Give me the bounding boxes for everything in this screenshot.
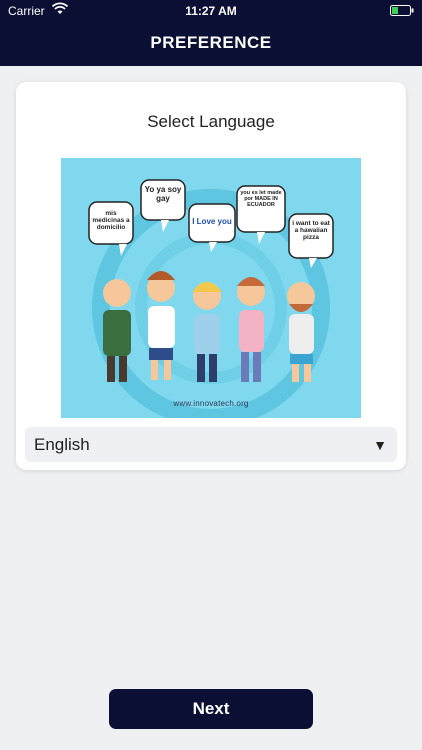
dropdown-triangle-icon: ▼ xyxy=(373,437,387,453)
people-illustration xyxy=(88,179,334,418)
language-illustration: mis medicinas a domicilio Yo ya soy gay … xyxy=(61,158,361,418)
bubble-text-2: Yo ya soy gay xyxy=(144,185,182,203)
status-bar: Carrier 11:27 AM xyxy=(0,0,422,22)
language-card: Select Language mis medicinas a domicili… xyxy=(16,82,406,470)
page-title: PREFERENCE xyxy=(150,33,272,52)
bubble-text-3: I Love you xyxy=(192,217,232,226)
card-title: Select Language xyxy=(147,112,275,131)
bubble-text-1: mis medicinas a domicilio xyxy=(92,210,130,232)
header-bar: Carrier 11:27 AM PREFERENCE xyxy=(0,0,422,66)
next-button[interactable]: Next xyxy=(109,689,313,729)
clock-label: 11:27 AM xyxy=(185,4,237,18)
bubble-text-4: you es let made por MADE IN ECUADOR xyxy=(240,190,282,209)
language-dropdown[interactable]: English ▼ xyxy=(25,427,397,462)
person-3 xyxy=(192,282,222,382)
battery-icon xyxy=(390,5,414,16)
bubble-text-5: i want to eat a hawaiian pizza xyxy=(292,220,330,242)
selected-language: English xyxy=(34,435,90,454)
illustration-caption: www.innovatech.org xyxy=(173,399,249,408)
